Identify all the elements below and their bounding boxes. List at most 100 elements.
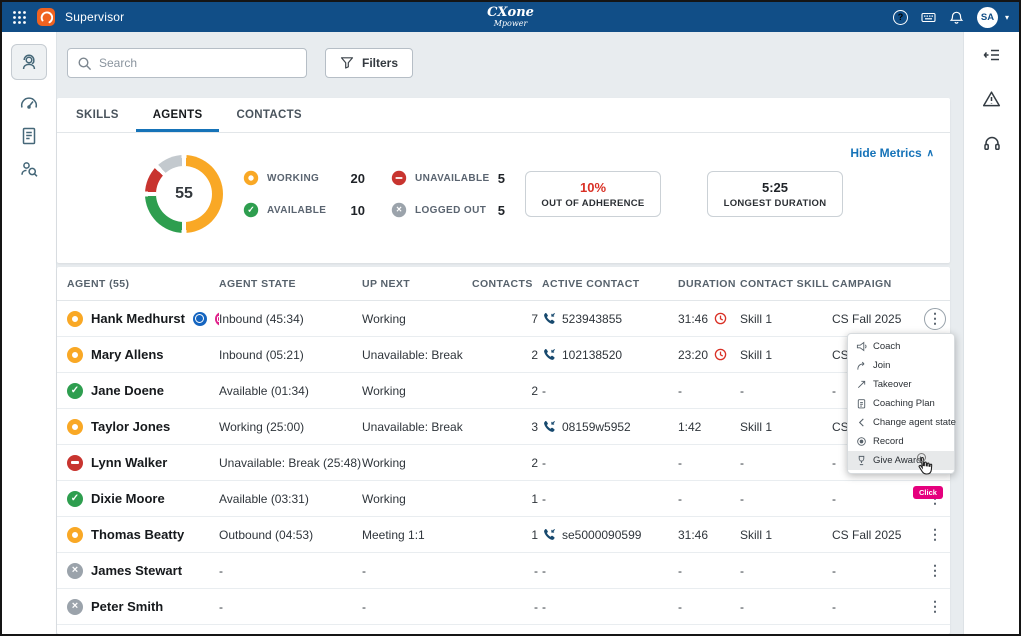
nav-item-dashboard[interactable]: [19, 93, 39, 113]
contacts-cell: 1: [472, 528, 542, 542]
agent-name: James Stewart: [91, 563, 182, 578]
nice-app-logo-icon: [37, 8, 55, 26]
alerts-warning-icon[interactable]: [982, 90, 1001, 108]
table-row[interactable]: Mary Allens Inbound (05:21) Unavailable:…: [57, 337, 950, 373]
avatar-caret-icon: ▾: [1005, 13, 1009, 22]
person-search-icon: [19, 159, 39, 179]
row-menu-button[interactable]: [924, 524, 946, 546]
table-row[interactable]: Thomas Beatty Outbound (04:53) Meeting 1…: [57, 517, 950, 553]
agent-name: Taylor Jones: [91, 419, 170, 434]
agent-status-icon: [67, 491, 83, 507]
tab-agents[interactable]: AGENTS: [136, 98, 220, 132]
table-row[interactable]: Hank Medhurst Inbound (45:34) Working 7 …: [57, 301, 950, 337]
agent-status-icon: [67, 347, 83, 363]
notifications-bell-icon[interactable]: [949, 10, 964, 25]
app-switcher-icon[interactable]: [12, 10, 27, 25]
menu-item-takeover[interactable]: Takeover: [848, 375, 954, 394]
dialpad-icon[interactable]: [921, 10, 936, 25]
contact-skill-cell: -: [740, 600, 832, 614]
menu-item-give-award[interactable]: Give Award: [848, 451, 954, 470]
incoming-call-icon: [542, 528, 556, 542]
duration-cell: 31:46: [678, 528, 740, 542]
change-agent-state-icon: [856, 417, 867, 428]
supervisor-agent-icon: [19, 52, 39, 72]
hide-metrics-toggle[interactable]: Hide Metrics: [850, 146, 934, 160]
nav-item-supervisor[interactable]: [11, 44, 47, 80]
duration-cell: -: [678, 492, 740, 506]
help-icon[interactable]: [893, 10, 908, 25]
table-row[interactable]: Dixie Moore Available (03:31) Working 1 …: [57, 481, 950, 517]
table-row[interactable]: Jane Doene Available (01:34) Working 2 -…: [57, 373, 950, 409]
contacts-cell: 2: [472, 384, 542, 398]
up-next-cell: Working: [362, 312, 472, 326]
agent-cell: Mary Allens: [67, 347, 219, 363]
click-annotation-badge: Click: [913, 486, 943, 499]
up-next-cell: Working: [362, 384, 472, 398]
contact-skill-cell: Skill 1: [740, 348, 832, 362]
filters-button[interactable]: Filters: [325, 48, 413, 78]
agent-state-cell: Available (01:34): [219, 384, 362, 398]
nav-item-agent-search[interactable]: [19, 159, 39, 179]
menu-item-join[interactable]: Join: [848, 356, 954, 375]
agent-state-cell: Unavailable: Break (25:48): [219, 456, 362, 470]
click-ripple: [917, 453, 926, 462]
available-status-icon: [244, 203, 258, 217]
agent-state-cell: -: [219, 600, 362, 614]
row-menu-button[interactable]: [924, 560, 946, 582]
active-contact-cell: 523943855: [542, 312, 678, 326]
table-row[interactable]: Peter Smith - - - - - - -: [57, 589, 950, 625]
agent-total: 55: [145, 155, 223, 233]
up-next-cell: Working: [362, 456, 472, 470]
incoming-call-icon: [542, 312, 556, 326]
record-icon: [856, 436, 867, 447]
campaign-cell: CS Fall 2025: [832, 312, 924, 326]
join-icon: [856, 360, 867, 371]
duration-cell: 31:46: [678, 312, 740, 326]
table-row[interactable]: Lynn Walker Unavailable: Break (25:48) W…: [57, 445, 950, 481]
menu-item-record[interactable]: Record: [848, 432, 954, 451]
gauge-icon: [19, 93, 39, 113]
agent-cell: Hank Medhurst: [67, 311, 219, 327]
table-row[interactable]: Taylor Jones Working (25:00) Unavailable…: [57, 409, 950, 445]
menu-item-change-agent-state[interactable]: Change agent state: [848, 413, 954, 432]
contact-skill-cell: Skill 1: [740, 420, 832, 434]
unavailable-status-icon: [392, 171, 406, 185]
table-row[interactable]: James Stewart - - - - - - -: [57, 553, 950, 589]
give-award-icon: [856, 455, 867, 466]
campaign-cell: -: [832, 600, 924, 614]
agent-status-icon: [67, 527, 83, 543]
overdue-clock-icon: [714, 348, 727, 361]
legend-unavailable: UNAVAILABLE 5: [391, 170, 505, 186]
voice-monitor-headset-icon[interactable]: [983, 134, 1001, 152]
campaign-cell: -: [832, 564, 924, 578]
legend-working: WORKING 20: [243, 170, 365, 186]
interactions-panel-icon[interactable]: [983, 46, 1001, 64]
tab-skills[interactable]: SKILLS: [59, 98, 136, 132]
legend-available: AVAILABLE 10: [243, 202, 365, 218]
tab-contacts[interactable]: CONTACTS: [219, 98, 318, 132]
out-of-adherence-card: 10% OUT OF ADHERENCE: [525, 171, 661, 217]
row-menu-button[interactable]: [924, 308, 946, 330]
active-contact-cell: -: [542, 492, 678, 506]
row-menu-button[interactable]: [924, 596, 946, 618]
contact-number: 523943855: [562, 312, 622, 326]
contact-skill-cell: Skill 1: [740, 312, 832, 326]
tabs-metrics-card: SKILLS AGENTS CONTACTS Hide Metrics 55: [57, 98, 950, 263]
menu-item-coaching-plan[interactable]: Coaching Plan: [848, 394, 954, 413]
menu-item-coach[interactable]: Coach: [848, 337, 954, 356]
working-status-icon: [244, 171, 258, 185]
topbar-left: Supervisor: [12, 8, 124, 26]
contact-number: se5000090599: [562, 528, 641, 542]
duration-cell: -: [678, 600, 740, 614]
active-contact-cell: 102138520: [542, 348, 678, 362]
duration-cell: -: [678, 456, 740, 470]
tab-bar: SKILLS AGENTS CONTACTS: [57, 98, 950, 133]
user-avatar[interactable]: SA: [977, 7, 998, 28]
agent-name: Dixie Moore: [91, 491, 165, 506]
contacts-cell: -: [472, 600, 542, 614]
agent-name: Mary Allens: [91, 347, 164, 362]
active-contact-cell: -: [542, 456, 678, 470]
contacts-cell: 7: [472, 312, 542, 326]
nav-item-reports[interactable]: [19, 126, 39, 146]
search-input[interactable]: [99, 56, 297, 70]
